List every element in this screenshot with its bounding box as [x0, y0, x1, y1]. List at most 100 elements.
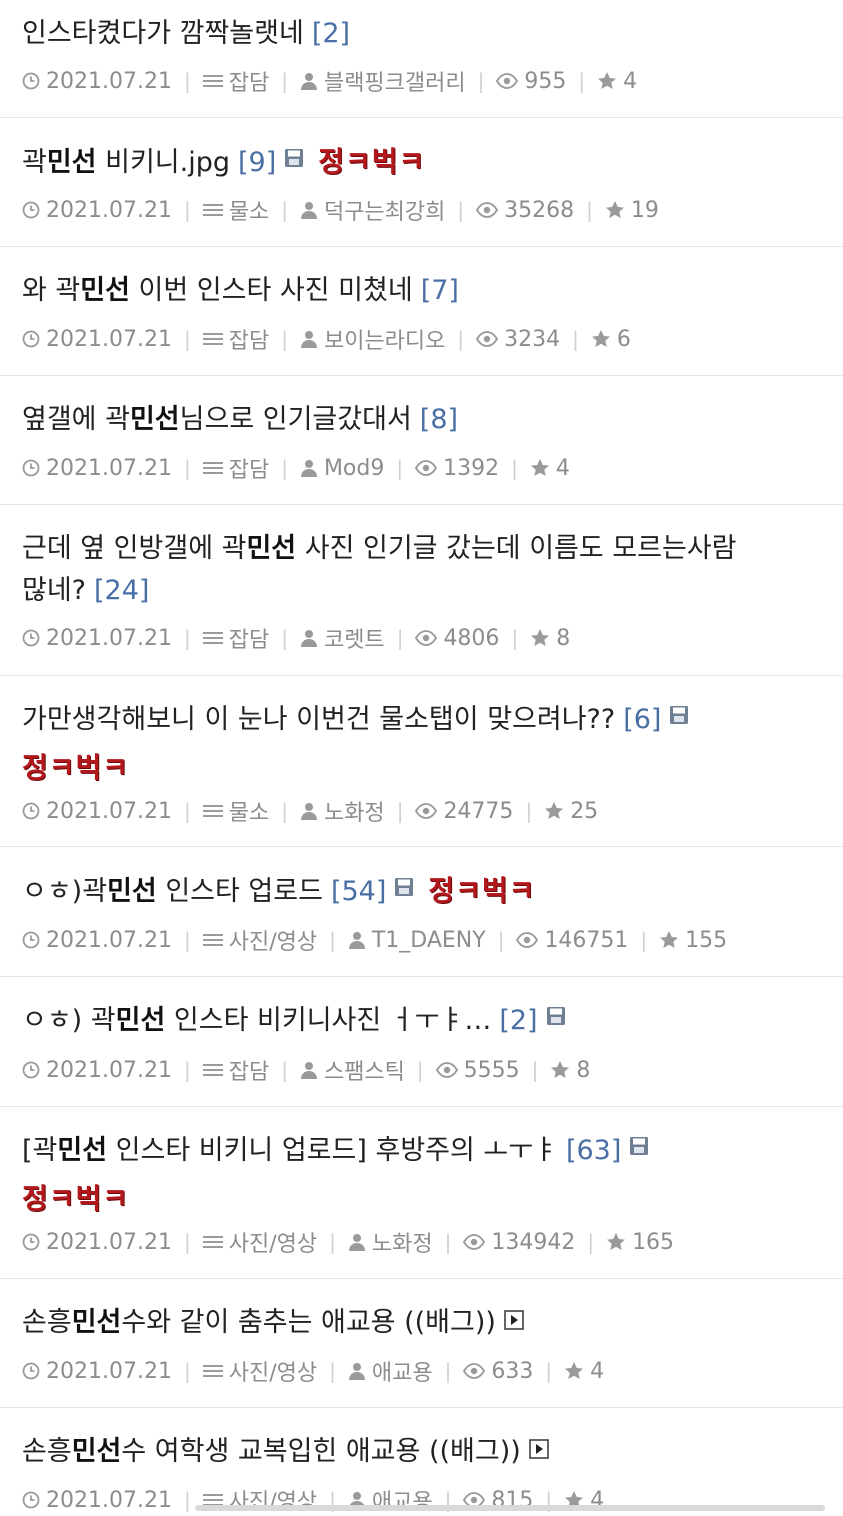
post-title[interactable]: 인스타켰다가 깜짝놀랫네 [2]	[22, 14, 350, 54]
list-item[interactable]: [곽민선 인스타 비키니 업로드] 후방주의 ㅗㅜㅑ [63] 정ㅋ벅ㅋ 2021…	[0, 1107, 843, 1279]
comment-count[interactable]: [6]	[623, 704, 661, 735]
user-icon	[300, 73, 317, 90]
user-icon	[300, 460, 317, 477]
star-icon	[531, 629, 550, 646]
like-count: 155	[685, 927, 728, 953]
list-item[interactable]: 근데 옆 인방갤에 곽민선 사진 인기글 갔는데 이름도 모르는사람 많네? [2…	[0, 505, 843, 676]
post-author[interactable]: 덕구는최강희	[324, 194, 445, 226]
post-category: 잡담	[228, 1060, 270, 1085]
view-count: 1392	[443, 455, 500, 481]
search-highlight: 민선	[71, 1436, 122, 1467]
comment-count[interactable]: [2]	[499, 1005, 537, 1036]
clock-icon	[22, 931, 40, 949]
like-count: 165	[632, 1229, 675, 1255]
badge-line: 정ㅋ벅ㅋ	[22, 746, 129, 786]
post-title[interactable]: 옆갤에 곽민선님으로 인기글갔대서 [8]	[22, 400, 458, 440]
post-date: 2021.07.21	[46, 625, 172, 651]
post-title[interactable]: ㅇㅎ)곽민선 인스타 업로드 [54] 정ㅋ벅ㅋ	[22, 871, 535, 912]
like-count: 8	[576, 1057, 591, 1083]
clock-icon	[22, 1491, 40, 1509]
view-count: 35268	[504, 197, 575, 223]
post-author[interactable]: 보이는라디오	[324, 323, 445, 355]
post-title[interactable]: 와 곽민선 이번 인스타 사진 미쳤네 [7]	[22, 271, 459, 311]
post-title[interactable]: 가만생각해보니 이 눈나 이번건 물소탭이 맞으려나?? [6]	[22, 700, 689, 740]
search-highlight: 민선	[57, 1135, 108, 1166]
list-item[interactable]: 손흥민선수와 같이 춤추는 애교용 ((배그)) 2021.07.21 | 사진…	[0, 1279, 843, 1408]
list-icon	[202, 1365, 223, 1377]
like-count: 4	[623, 68, 638, 94]
clock-icon	[22, 459, 40, 477]
post-meta: 2021.07.21 | 물소 | 노화정 | 24775 | 25	[22, 796, 598, 826]
comment-count[interactable]: [2]	[312, 18, 350, 49]
eye-icon	[463, 1363, 486, 1379]
eye-icon	[415, 460, 438, 476]
post-title[interactable]: 곽민선 비키니.jpg [9] 정ㅋ벅ㅋ	[22, 142, 425, 183]
post-title-line2[interactable]: 많네? [24]	[22, 571, 149, 611]
star-icon	[530, 459, 549, 476]
video-icon	[504, 1310, 524, 1330]
attachment-icon	[670, 706, 689, 724]
view-count: 5555	[463, 1057, 520, 1083]
list-item[interactable]: ㅇㅎ)곽민선 인스타 업로드 [54] 정ㅋ벅ㅋ 2021.07.21 | 사진/영…	[0, 847, 843, 977]
post-author[interactable]: 스팸스틱	[324, 1054, 405, 1086]
list-item[interactable]: 인스타켰다가 깜짝놀랫네 [2] 2021.07.21 | 잡담 | 블랙핑크갤러…	[0, 0, 843, 118]
comment-count[interactable]: [54]	[331, 876, 386, 907]
eye-icon	[476, 202, 499, 218]
eye-icon	[476, 331, 499, 347]
comment-count[interactable]: [63]	[566, 1135, 621, 1166]
post-meta: 2021.07.21 | 잡담 | Mod9 | 1392 | 4	[22, 453, 570, 483]
post-date: 2021.07.21	[46, 798, 172, 824]
star-icon	[551, 1061, 570, 1078]
post-title[interactable]: 근데 옆 인방갤에 곽민선 사진 인기글 갔는데 이름도 모르는사람	[22, 529, 737, 569]
list-item[interactable]: 손흥민선수 여학생 교복입힌 애교용 ((배그)) 2021.07.21 | 사…	[0, 1408, 843, 1516]
post-meta: 2021.07.21 | 잡담 | 블랙핑크갤러리 | 955 | 4	[22, 66, 637, 96]
post-date: 2021.07.21	[46, 455, 172, 481]
post-author[interactable]: 애교용	[372, 1355, 433, 1387]
post-title[interactable]: 손흥민선수 여학생 교복입힌 애교용 ((배그))	[22, 1432, 549, 1472]
clock-icon	[22, 1233, 40, 1251]
post-category: 물소	[228, 801, 270, 826]
comment-count[interactable]: [9]	[238, 147, 276, 178]
post-category: 물소	[228, 200, 270, 225]
list-icon	[202, 1064, 223, 1076]
list-icon	[202, 934, 223, 946]
eye-icon	[516, 932, 539, 948]
comment-count[interactable]: [7]	[421, 275, 459, 306]
search-highlight: 민선	[129, 404, 180, 435]
eye-icon	[415, 630, 438, 646]
comment-count[interactable]: [24]	[94, 575, 149, 606]
post-meta: 2021.07.21 | 잡담 | 스팸스틱 | 5555 | 8	[22, 1055, 590, 1085]
post-title[interactable]: [곽민선 인스타 비키니 업로드] 후방주의 ㅗㅜㅑ [63]	[22, 1131, 649, 1171]
search-highlight: 민선	[71, 1307, 122, 1338]
post-author[interactable]: 노화정	[324, 795, 385, 827]
search-highlight: 민선	[107, 876, 157, 907]
view-count: 24775	[443, 798, 514, 824]
recommend-badge: 정ㅋ벅ㅋ	[318, 145, 426, 178]
post-author[interactable]: 코렛트	[324, 622, 385, 654]
post-author[interactable]: 노화정	[372, 1226, 433, 1258]
post-author[interactable]: 애교용	[372, 1484, 433, 1516]
post-title[interactable]: ㅇㅎ) 곽민선 인스타 비키니사진 ㅓㅜㅑ… [2]	[22, 1001, 566, 1041]
list-item[interactable]: ㅇㅎ) 곽민선 인스타 비키니사진 ㅓㅜㅑ… [2] 2021.07.21 | 잡…	[0, 977, 843, 1107]
post-category: 잡담	[228, 71, 270, 96]
post-meta: 2021.07.21 | 물소 | 덕구는최강희 | 35268 | 19	[22, 195, 659, 225]
horizontal-scrollbar[interactable]	[195, 1505, 825, 1511]
attachment-icon	[395, 878, 414, 896]
post-date: 2021.07.21	[46, 1057, 172, 1083]
comment-count[interactable]: [8]	[420, 404, 458, 435]
post-author[interactable]: T1_DAENY	[372, 928, 486, 953]
star-icon	[605, 201, 624, 218]
eye-icon	[463, 1234, 486, 1250]
list-item[interactable]: 곽민선 비키니.jpg [9] 정ㅋ벅ㅋ 2021.07.21 | 물소 | 덕구는…	[0, 118, 843, 247]
star-icon	[591, 330, 610, 347]
post-title[interactable]: 손흥민선수와 같이 춤추는 애교용 ((배그))	[22, 1303, 524, 1343]
post-author[interactable]: Mod9	[324, 456, 384, 481]
list-item[interactable]: 와 곽민선 이번 인스타 사진 미쳤네 [7] 2021.07.21 | 잡담 |…	[0, 247, 843, 376]
eye-icon	[435, 1062, 458, 1078]
post-author[interactable]: 블랙핑크갤러리	[324, 65, 466, 97]
post-meta: 2021.07.21 | 사진/영상 | 노화정 | 134942 | 165	[22, 1227, 674, 1257]
eye-icon	[415, 803, 438, 819]
list-item[interactable]: 옆갤에 곽민선님으로 인기글갔대서 [8] 2021.07.21 | 잡담 | M…	[0, 376, 843, 505]
video-icon	[529, 1439, 549, 1459]
list-item[interactable]: 가만생각해보니 이 눈나 이번건 물소탭이 맞으려나?? [6] 정ㅋ벅ㅋ 202…	[0, 676, 843, 847]
